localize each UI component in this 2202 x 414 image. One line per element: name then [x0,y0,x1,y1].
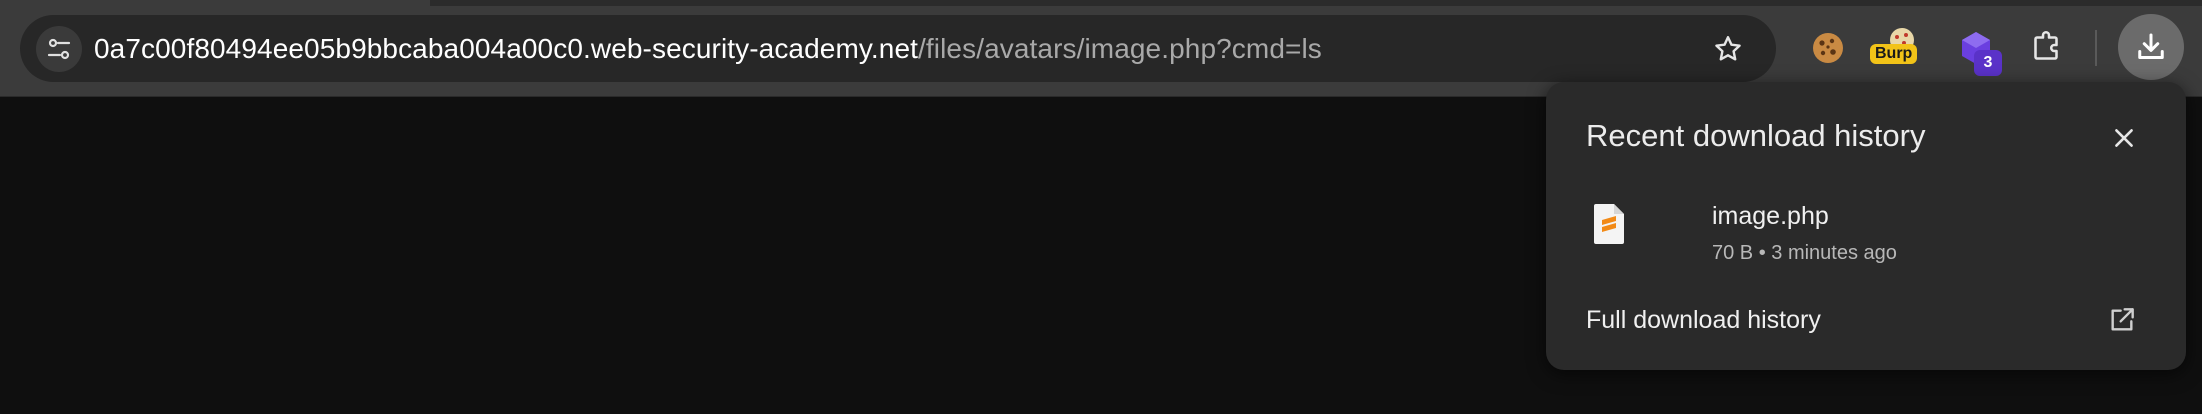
download-button[interactable] [2118,14,2184,80]
count-badge: 3 [1974,50,2002,76]
file-meta: 70 B • 3 minutes ago [1712,242,1897,264]
toolbar-separator [2095,30,2097,66]
file-name: image.php [1712,202,1829,230]
full-download-history-link[interactable]: Full download history [1546,292,2186,352]
url-host: 0a7c00f80494ee05b9bbcaba004a00c0.web-sec… [94,33,919,64]
purple-extension[interactable]: 3 [1950,22,2002,76]
puzzle-icon [2034,31,2058,60]
sublime-file-icon [1594,204,1624,244]
url-path: /files/avatars/image.php?cmd=ls [918,33,1322,64]
download-icon [2138,33,2164,59]
full-history-label: Full download history [1586,306,1821,334]
popup-title: Recent download history [1586,118,1926,153]
tab-strip [0,0,2202,6]
url-text[interactable]: 0a7c00f80494ee05b9bbcaba004a00c0.web-sec… [94,15,1322,82]
address-bar[interactable]: 0a7c00f80494ee05b9bbcaba004a00c0.web-sec… [20,15,1776,82]
burp-badge: Burp [1870,44,1918,64]
open-in-new-icon [2111,308,2134,331]
tune-icon[interactable] [36,26,82,72]
close-icon[interactable] [2104,118,2144,158]
star-icon[interactable] [1708,29,1748,69]
cookie-extension[interactable] [1802,22,1854,74]
extensions-menu[interactable] [2020,22,2072,74]
cookie-icon [1813,33,1843,63]
active-tab-edge [0,0,430,6]
download-history-popup: Recent download history image.php 70 B •… [1546,82,2186,370]
burp-extension[interactable]: Burp [1870,16,1928,68]
download-item[interactable]: image.php 70 B • 3 minutes ago [1574,192,2154,272]
